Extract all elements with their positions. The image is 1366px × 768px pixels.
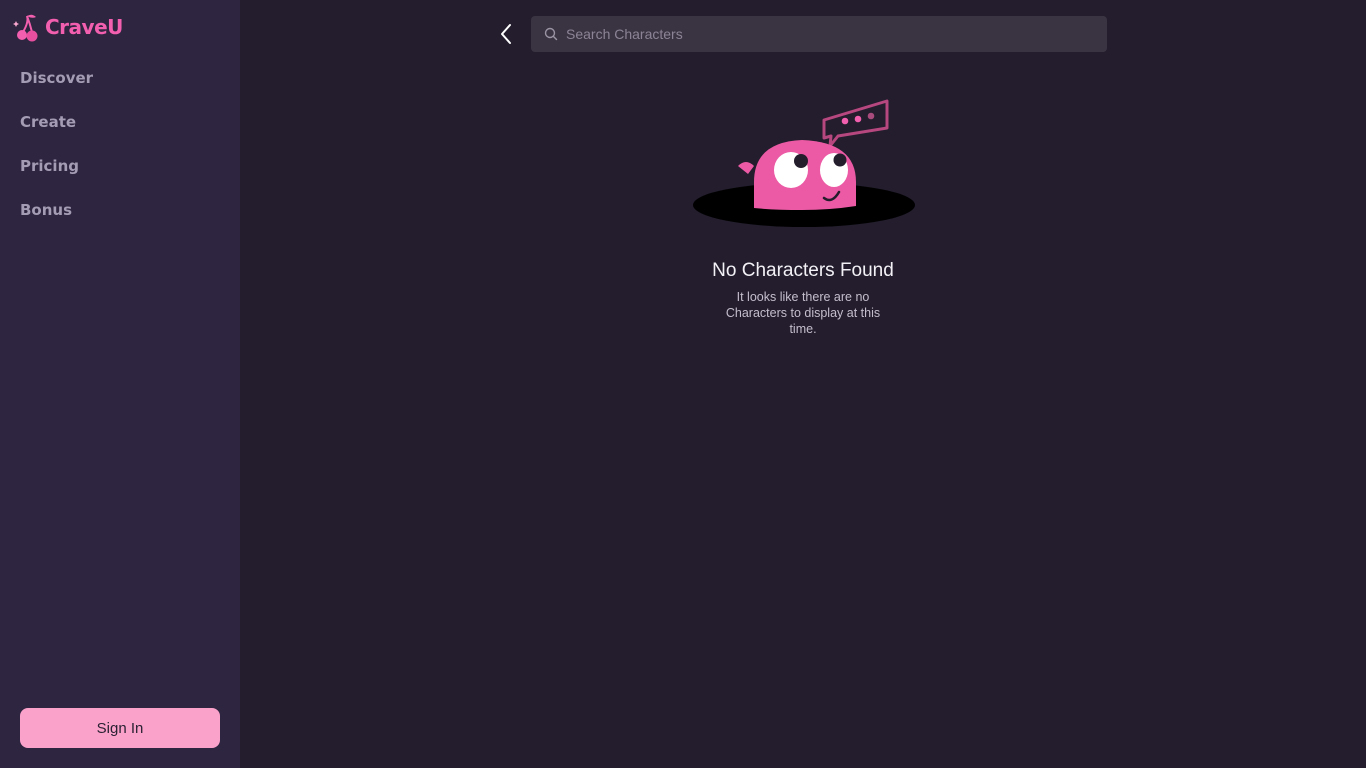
- cherry-icon: [13, 14, 38, 42]
- sidebar-item-create[interactable]: Create: [20, 110, 93, 154]
- back-button[interactable]: [494, 22, 518, 46]
- sidebar-item-discover[interactable]: Discover: [20, 66, 93, 110]
- sidebar-nav: Discover Create Pricing Bonus: [20, 66, 93, 242]
- search-bar[interactable]: [531, 16, 1107, 52]
- brand-name: CraveU: [45, 15, 123, 39]
- search-icon: [544, 27, 558, 41]
- sidebar: CraveU Discover Create Pricing Bonus Sig…: [0, 0, 240, 768]
- sign-in-button[interactable]: Sign In: [20, 708, 220, 748]
- sidebar-item-pricing[interactable]: Pricing: [20, 154, 93, 198]
- sidebar-item-bonus[interactable]: Bonus: [20, 198, 93, 242]
- empty-state-illustration: [693, 99, 915, 227]
- empty-state-title: No Characters Found: [712, 260, 894, 281]
- chevron-left-icon: [501, 24, 511, 44]
- empty-state-description: It looks like there are no Characters to…: [725, 290, 881, 336]
- brand-logo[interactable]: CraveU: [13, 12, 123, 42]
- search-input[interactable]: [564, 16, 1107, 52]
